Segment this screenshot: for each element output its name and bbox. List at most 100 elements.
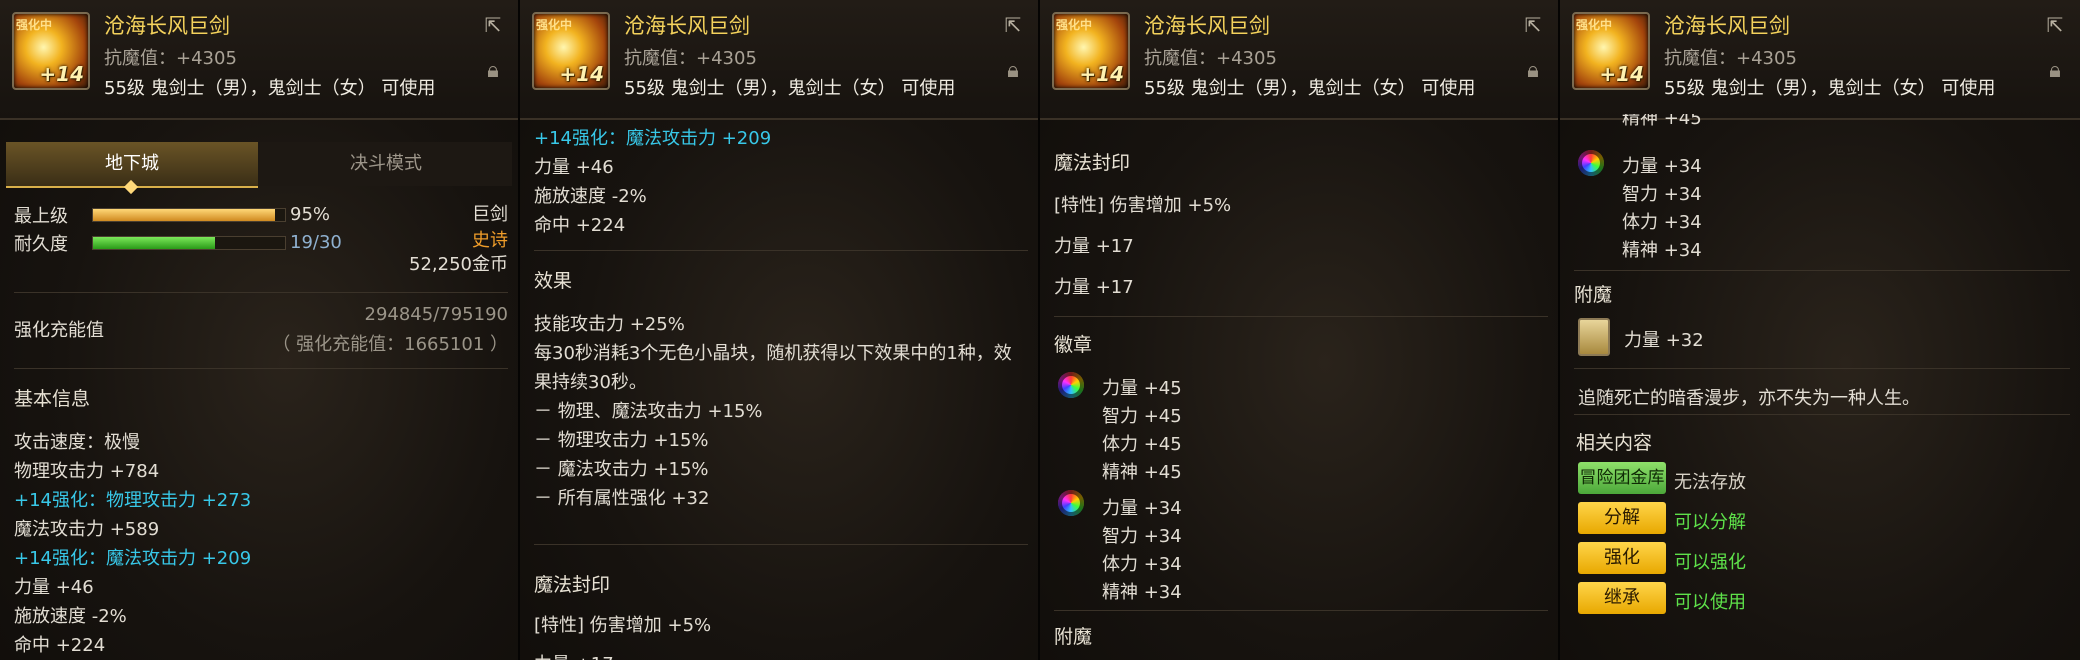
emblem-stat: 力量 +34 <box>1102 498 1182 519</box>
divider <box>534 250 1028 251</box>
item-icon[interactable]: 强化中 +14 <box>1052 12 1130 90</box>
divider <box>1574 368 2070 369</box>
grade-bar <box>92 208 286 222</box>
seal-trait: [特性] 伤害增加 +5% <box>534 615 712 636</box>
lock-icon[interactable]: 🔒︎ <box>1522 58 1544 84</box>
stat-line: 魔法攻击力 +589 <box>14 519 160 540</box>
emblem-stat: 体力 +45 <box>1102 434 1182 455</box>
emblem-stat: 体力 +34 <box>1622 212 1702 233</box>
divider <box>1574 270 2070 271</box>
tooltip-panel-4: 强化中 +14 沧海长风巨剑 抗魔值：+4305 55级 鬼剑士（男），鬼剑士（… <box>1560 0 2080 660</box>
effect-line: － 物理、魔法攻击力 +15% <box>534 401 763 422</box>
related-tag-enhance[interactable]: 强化 <box>1578 542 1666 574</box>
related-value: 无法存放 <box>1674 472 1746 493</box>
usable-by: 55级 鬼剑士（男），鬼剑士（女） 可使用 <box>1664 78 1996 99</box>
mode-tabs: 地下城 决斗模式 <box>6 142 512 195</box>
related-value: 可以强化 <box>1674 552 1746 573</box>
usable-by: 55级 鬼剑士（男），鬼剑士（女） 可使用 <box>104 78 436 99</box>
enchant-heading: 附魔 <box>1054 626 1093 648</box>
divider <box>1574 414 2070 415</box>
enhancing-badge: 强化中 <box>1056 18 1093 32</box>
item-header: 强化中 +14 沧海长风巨剑 抗魔值：+4305 55级 鬼剑士（男），鬼剑士（… <box>520 0 1038 120</box>
stat-line: 命中 +224 <box>14 635 106 656</box>
enhance-level: +14 <box>39 62 84 86</box>
effect-line: 每30秒消耗3个无色小晶块，随机获得以下效果中的1种，效 <box>534 343 1012 364</box>
tooltip-panel-1: 强化中 +14 沧海长风巨剑 抗魔值：+4305 55级 鬼剑士（男），鬼剑士（… <box>0 0 520 660</box>
emblem-gem-icon <box>1578 150 1604 176</box>
divider <box>534 544 1028 545</box>
usable-by: 55级 鬼剑士（男），鬼剑士（女） 可使用 <box>624 78 956 99</box>
divider <box>1054 610 1548 611</box>
emblem-stat: 精神 +45 <box>1622 114 1702 129</box>
lock-icon[interactable]: 🔒︎ <box>482 58 504 84</box>
enhancing-badge: 强化中 <box>1576 18 1613 32</box>
effect-line: － 物理攻击力 +15% <box>534 430 709 451</box>
flavor-text: 追随死亡的暗香漫步，亦不失为一种人生。 <box>1578 388 1920 409</box>
item-name: 沧海长风巨剑 <box>624 14 750 38</box>
emblem-gem-icon <box>1058 490 1084 516</box>
seal-line: 力量 +17 <box>1054 236 1134 257</box>
lock-icon[interactable]: 🔒︎ <box>1002 58 1024 84</box>
related-tag-disassemble[interactable]: 分解 <box>1578 502 1666 534</box>
anti-magic-value: 抗魔值：+4305 <box>624 48 757 69</box>
item-icon[interactable]: 强化中 +14 <box>532 12 610 90</box>
enhance-level: +14 <box>559 62 604 86</box>
item-name: 沧海长风巨剑 <box>1664 14 1790 38</box>
emblem-stat: 智力 +34 <box>1622 184 1702 205</box>
emblem-stat: 精神 +45 <box>1102 462 1182 483</box>
item-icon[interactable]: 强化中 +14 <box>12 12 90 90</box>
emblem-stat: 力量 +34 <box>1622 156 1702 177</box>
tab-pvp[interactable]: 决斗模式 <box>260 142 512 186</box>
divider <box>14 292 508 293</box>
enhance-level: +14 <box>1599 62 1644 86</box>
magic-seal-heading: 魔法封印 <box>1054 152 1131 174</box>
charge-total: （ 强化充能值：1665101 ） <box>272 334 508 355</box>
emblem-gem-icon <box>1058 372 1084 398</box>
rarity: 史诗 <box>472 230 508 251</box>
emblem-stat: 智力 +34 <box>1102 526 1182 547</box>
enhance-stat-line: +14强化：魔法攻击力 +209 <box>534 128 772 149</box>
effect-heading: 效果 <box>534 270 573 292</box>
enhancing-badge: 强化中 <box>536 18 573 32</box>
related-tag-inherit[interactable]: 继承 <box>1578 582 1666 614</box>
effect-line: 果持续30秒。 <box>534 372 647 393</box>
share-icon[interactable]: ⇱ <box>1520 14 1546 36</box>
weapon-type: 巨剑 <box>472 204 508 225</box>
emblem-stat: 体力 +34 <box>1102 554 1182 575</box>
related-heading: 相关内容 <box>1576 432 1653 454</box>
enchant-heading: 附魔 <box>1574 284 1613 306</box>
tooltip-panel-2: 强化中 +14 沧海长风巨剑 抗魔值：+4305 55级 鬼剑士（男），鬼剑士（… <box>520 0 1040 660</box>
magic-seal-heading: 魔法封印 <box>534 574 611 596</box>
charge-value: 294845/795190 <box>364 304 509 325</box>
related-tag-account-storage[interactable]: 冒险团金库 <box>1578 462 1666 494</box>
grade-value: 95% <box>290 204 331 225</box>
emblem-stat-cut: 精神 +45 <box>1622 114 1702 130</box>
share-icon[interactable]: ⇱ <box>1000 14 1026 36</box>
lock-icon[interactable]: 🔒︎ <box>2044 58 2066 84</box>
share-icon[interactable]: ⇱ <box>480 14 506 36</box>
divider <box>1054 316 1548 317</box>
basic-info-heading: 基本信息 <box>14 388 91 410</box>
price: 52,250金币 <box>409 254 508 275</box>
stat-line: 力量 +46 <box>14 577 94 598</box>
item-header: 强化中 +14 沧海长风巨剑 抗魔值：+4305 55级 鬼剑士（男），鬼剑士（… <box>1040 0 1558 120</box>
anti-magic-value: 抗魔值：+4305 <box>104 48 237 69</box>
emblem-stat: 力量 +45 <box>1102 378 1182 399</box>
tooltip-panel-3: 强化中 +14 沧海长风巨剑 抗魔值：+4305 55级 鬼剑士（男），鬼剑士（… <box>1040 0 1560 660</box>
share-icon[interactable]: ⇱ <box>2042 14 2068 36</box>
divider <box>14 368 508 369</box>
stat-line: 物理攻击力 +784 <box>14 461 160 482</box>
emblem-heading: 徽章 <box>1054 334 1093 356</box>
effect-line: － 魔法攻击力 +15% <box>534 459 709 480</box>
item-icon[interactable]: 强化中 +14 <box>1572 12 1650 90</box>
related-value: 可以使用 <box>1674 592 1746 613</box>
item-header: 强化中 +14 沧海长风巨剑 抗魔值：+4305 55级 鬼剑士（男），鬼剑士（… <box>1560 0 2080 120</box>
seal-trait: [特性] 伤害增加 +5% <box>1054 195 1232 216</box>
stat-line: 施放速度 -2% <box>534 186 647 207</box>
enhance-stat-line: +14强化：物理攻击力 +273 <box>14 490 252 511</box>
enchant-card-icon <box>1578 318 1610 356</box>
emblem-stat: 精神 +34 <box>1622 240 1702 261</box>
enhance-level: +14 <box>1079 62 1124 86</box>
enhancing-badge: 强化中 <box>16 18 53 32</box>
stat-line: 攻击速度：极慢 <box>14 432 140 453</box>
